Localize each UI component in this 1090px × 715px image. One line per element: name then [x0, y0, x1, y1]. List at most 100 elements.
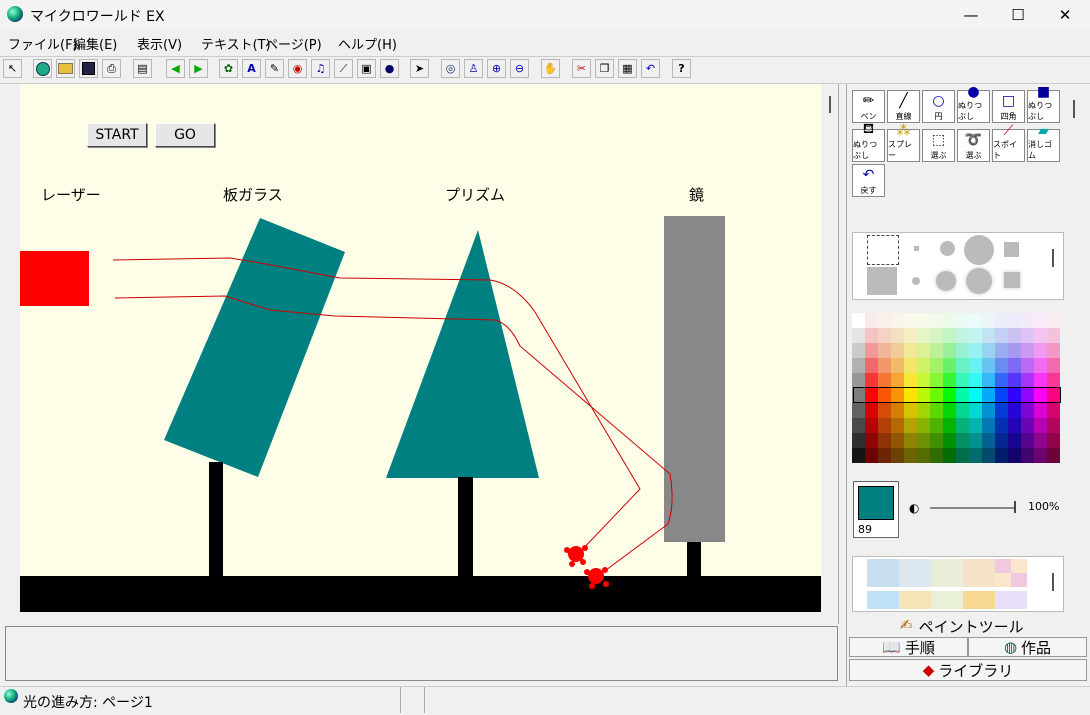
- palette-swatch[interactable]: [917, 358, 930, 373]
- palette-swatch[interactable]: [878, 403, 891, 418]
- palette-swatch[interactable]: [982, 358, 995, 373]
- palette-swatch[interactable]: [904, 433, 917, 448]
- palette-swatch[interactable]: [852, 313, 865, 328]
- palette-swatch[interactable]: [1047, 448, 1060, 463]
- palette-swatch[interactable]: [956, 448, 969, 463]
- eye-view-icon[interactable]: ◎: [441, 59, 460, 78]
- save-icon[interactable]: [79, 59, 98, 78]
- stamp-icon[interactable]: ♙: [464, 59, 483, 78]
- textbox-icon[interactable]: A: [242, 59, 261, 78]
- palette-swatch[interactable]: [930, 313, 943, 328]
- current-color[interactable]: 89: [853, 481, 899, 538]
- copy-icon[interactable]: ❐: [595, 59, 614, 78]
- palette-swatch[interactable]: [982, 403, 995, 418]
- palette-swatch[interactable]: [1047, 373, 1060, 388]
- palette-swatch[interactable]: [930, 328, 943, 343]
- palette-swatch[interactable]: [891, 433, 904, 448]
- palette-swatch[interactable]: [1008, 343, 1021, 358]
- palette-swatch[interactable]: [969, 418, 982, 433]
- palette-swatch[interactable]: [917, 313, 930, 328]
- palette-swatch[interactable]: [982, 448, 995, 463]
- palette-swatch[interactable]: [1021, 448, 1034, 463]
- palette-swatch[interactable]: [943, 373, 956, 388]
- undo-icon[interactable]: ↶: [641, 59, 660, 78]
- palette-swatch[interactable]: [852, 448, 865, 463]
- brush-selected[interactable]: [867, 235, 899, 265]
- palette-swatch[interactable]: [1021, 358, 1034, 373]
- palette-swatch[interactable]: [1034, 328, 1047, 343]
- palette-swatch[interactable]: [891, 343, 904, 358]
- palette-swatch[interactable]: [956, 373, 969, 388]
- pen-icon[interactable]: ✎: [265, 59, 284, 78]
- palette-swatch[interactable]: [956, 418, 969, 433]
- palette-swatch[interactable]: [904, 313, 917, 328]
- palette-swatch[interactable]: [969, 358, 982, 373]
- rect-select-tool[interactable]: ⬚ 選ぶ: [922, 129, 955, 162]
- zoom-out-icon[interactable]: ⊖: [510, 59, 529, 78]
- line-tool[interactable]: ╱ 直線: [887, 90, 920, 123]
- palette-swatch[interactable]: [865, 343, 878, 358]
- close-button[interactable]: ✕: [1042, 0, 1088, 30]
- menu-edit[interactable]: 編集(E): [73, 34, 117, 53]
- palette-swatch[interactable]: [917, 328, 930, 343]
- palette-swatch[interactable]: [930, 418, 943, 433]
- help-icon[interactable]: ?: [672, 59, 691, 78]
- open-folder-icon[interactable]: [56, 59, 75, 78]
- palette-swatch[interactable]: [865, 313, 878, 328]
- palette-swatch[interactable]: [1021, 343, 1034, 358]
- eye-icon[interactable]: ◉: [288, 59, 307, 78]
- palette-swatch[interactable]: [1034, 433, 1047, 448]
- palette-swatch[interactable]: [904, 403, 917, 418]
- palette-swatch[interactable]: [969, 373, 982, 388]
- palette-swatch[interactable]: [982, 328, 995, 343]
- palette-swatch[interactable]: [930, 343, 943, 358]
- palette-swatch[interactable]: [865, 373, 878, 388]
- palette-swatch[interactable]: [969, 328, 982, 343]
- palette-swatch[interactable]: [917, 448, 930, 463]
- palette-swatch[interactable]: [969, 403, 982, 418]
- palette-swatch[interactable]: [1034, 448, 1047, 463]
- menu-page[interactable]: ページ(P): [265, 34, 322, 53]
- turtle-icon[interactable]: ✿: [219, 59, 238, 78]
- bucket-fill-tool[interactable]: ⛾ ぬりつぶし: [852, 121, 885, 162]
- palette-swatch[interactable]: [917, 343, 930, 358]
- tab-works[interactable]: ◍ 作品: [968, 637, 1087, 657]
- palette-swatch[interactable]: [904, 328, 917, 343]
- palette-swatch[interactable]: [1047, 313, 1060, 328]
- palette-swatch[interactable]: [878, 343, 891, 358]
- palette-swatch[interactable]: [852, 418, 865, 433]
- palette-swatch[interactable]: [930, 403, 943, 418]
- palette-swatch[interactable]: [943, 313, 956, 328]
- palette-swatch[interactable]: [956, 403, 969, 418]
- palette-swatch[interactable]: [956, 433, 969, 448]
- palette-swatch[interactable]: [982, 433, 995, 448]
- palette-swatch[interactable]: [1047, 418, 1060, 433]
- palette-swatch[interactable]: [1021, 403, 1034, 418]
- go-button[interactable]: GO: [155, 123, 215, 147]
- palette-swatch[interactable]: [1008, 448, 1021, 463]
- palette-swatch[interactable]: [969, 433, 982, 448]
- palette-swatch[interactable]: [891, 418, 904, 433]
- palette-swatch[interactable]: [878, 448, 891, 463]
- palette-swatch[interactable]: [1047, 343, 1060, 358]
- palette-swatch[interactable]: [1034, 313, 1047, 328]
- canvas-scrollbar[interactable]: [829, 96, 831, 113]
- palette-swatch[interactable]: [1021, 313, 1034, 328]
- palette-swatch[interactable]: [995, 448, 1008, 463]
- palette-swatch[interactable]: [852, 403, 865, 418]
- palette-swatch[interactable]: [956, 358, 969, 373]
- palette-swatch[interactable]: [995, 373, 1008, 388]
- palette-swatch[interactable]: [969, 343, 982, 358]
- palette-swatch[interactable]: [865, 448, 878, 463]
- record-icon[interactable]: ●: [380, 59, 399, 78]
- palette-swatch[interactable]: [1034, 343, 1047, 358]
- palette-swatch[interactable]: [917, 433, 930, 448]
- palette-swatch[interactable]: [865, 418, 878, 433]
- palette-swatch[interactable]: [878, 418, 891, 433]
- eraser-tool[interactable]: ▰ 消しゴム: [1027, 123, 1060, 162]
- palette-swatch[interactable]: [891, 328, 904, 343]
- palette-swatch[interactable]: [878, 328, 891, 343]
- palette-swatch[interactable]: [904, 418, 917, 433]
- menu-view[interactable]: 表示(V): [137, 34, 182, 53]
- palette-swatch[interactable]: [1034, 373, 1047, 388]
